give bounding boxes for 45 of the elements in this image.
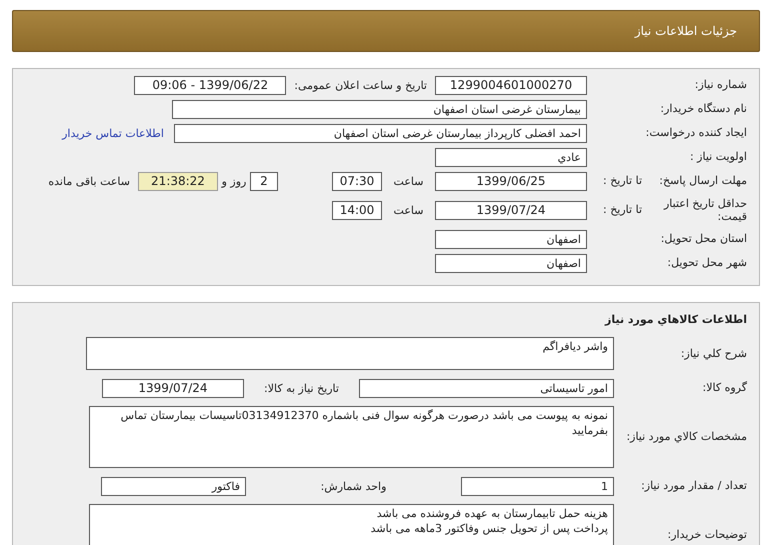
unit-field: فاکتور <box>101 476 246 496</box>
field-label: تاريخ نياز به كالا: <box>263 382 340 394</box>
field-label: تعداد / مقدار مورد نیاز: <box>640 479 747 493</box>
days-field: 2 <box>250 172 278 190</box>
specs-field: نمونه به پیوست می باشد درصورت هرگونه سوال فنی باشماره 03134912370تاسیسات بیمارستان تماس بفرمایید <box>89 406 614 468</box>
field-label: تا تاریخ : <box>602 174 642 188</box>
city-field: اصفهان <box>435 254 587 272</box>
page-title: جزئیات اطلاعات نیاز <box>634 24 737 38</box>
field-label: ساعت <box>392 174 424 188</box>
field-label: شماره نیاز: <box>694 78 747 92</box>
deadline-time-field: 07:30 <box>332 172 382 190</box>
buyer-org-field: بیمارستان غرضی استان اصفهان <box>172 100 587 118</box>
field-label: اولویت نیاز : <box>688 150 747 164</box>
field-label: حداقل تاریخ اعتبار قیمت: <box>662 196 747 224</box>
remaining-time-field: 21:38:22 <box>138 172 218 190</box>
field-label: تاریخ و ساعت اعلان عمومی: <box>294 78 427 92</box>
field-label: ساعت <box>392 204 424 216</box>
field-label: توضیحات خریدار: <box>666 527 747 542</box>
requester-field: احمد افضلی کارپرداز بیمارستان غرضی استان اصفهان <box>174 124 587 142</box>
priority-field: عادي <box>435 148 587 166</box>
field-label: مشخصات كالاي مورد نياز: <box>625 430 747 444</box>
need-date-field: 1399/07/24 <box>102 378 244 398</box>
field-label: ساعت باقی مانده <box>48 174 130 188</box>
field-label: واحد شمارش: <box>320 480 388 492</box>
need-number-field: 1299004601000270 <box>435 76 587 94</box>
field-label: نام دستگاه خریدار: <box>659 102 747 116</box>
field-label: مهلت ارسال پاسخ: <box>658 174 747 188</box>
section-title: اطلاعات كالاهاي مورد نياز <box>605 312 747 326</box>
description-field: واشر دیافراگم <box>86 337 614 370</box>
field-label: شهر محل تحویل: <box>666 256 747 270</box>
field-label: ایجاد کننده درخواست: <box>644 126 747 140</box>
buyer-contact-link[interactable]: اطلاعات تماس خریدار <box>62 126 164 140</box>
announce-date-field: 1399/06/22 - 09:06 <box>134 76 286 94</box>
validity-date-field: 1399/07/24 <box>435 200 587 220</box>
goods-group-field: امور تاسیساتی <box>359 378 614 398</box>
field-label: گروه كالا: <box>702 381 747 395</box>
field-label: شرح كلي نياز: <box>680 346 747 360</box>
validity-time-field: 14:00 <box>332 200 382 220</box>
field-label: روز و <box>220 174 248 188</box>
province-field: اصفهان <box>435 230 587 248</box>
quantity-field: 1 <box>461 476 614 496</box>
field-label: تا تاریخ : <box>602 203 642 217</box>
deadline-date-field: 1399/06/25 <box>435 172 587 190</box>
field-label: استان محل تحویل: <box>660 232 747 246</box>
buyer-notes-field: هزینه حمل تابیمارستان به عهده فروشنده می باشد پرداخت پس از تحویل جنس وفاکتور 3ماهه می باشد <box>89 504 614 545</box>
